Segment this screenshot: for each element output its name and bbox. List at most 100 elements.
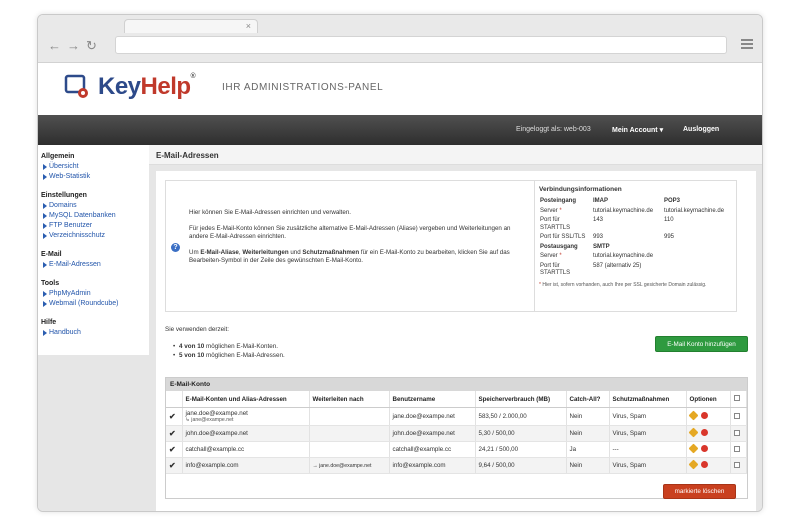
- add-email-account-button[interactable]: E-Mail Konto hinzufügen: [655, 336, 748, 352]
- sidebar-heading: Allgemein: [41, 153, 75, 160]
- status-column-header: [166, 391, 183, 408]
- catchall-cell: Nein: [566, 425, 610, 442]
- logged-in-label: Eingeloggt als: web-003: [516, 126, 591, 133]
- logo-wordmark[interactable]: KeyHelp®: [98, 73, 196, 101]
- sidebar-heading: Tools: [41, 280, 60, 287]
- storage-cell: 583,50 / 2.000,00: [475, 407, 567, 426]
- column-header[interactable]: Weiterleiten nach: [309, 391, 390, 408]
- intro-line-1: Hier können Sie E-Mail-Adressen einricht…: [189, 209, 351, 216]
- imap-ssl-port: 993: [593, 234, 604, 240]
- keyhelp-logo-icon: [64, 74, 88, 98]
- top-navbar: Eingeloggt als: web-003 Mein Account ▾ A…: [38, 115, 762, 145]
- row-checkbox[interactable]: [730, 441, 747, 458]
- hamburger-menu-icon[interactable]: [741, 39, 753, 51]
- email-accounts-table: E-Mail-Konto E-Mail-Konten und Alias-Adr…: [165, 377, 748, 499]
- catchall-cell: Nein: [566, 457, 610, 474]
- browser-tab[interactable]: ×: [124, 19, 258, 33]
- reload-icon[interactable]: ↻: [86, 38, 101, 54]
- column-header[interactable]: Schutzmaßnahmen: [609, 391, 687, 408]
- select-all-checkbox[interactable]: [730, 391, 747, 408]
- table-row: ✔ jane.doe@exampe.net ↳ jane@exampe.net j…: [166, 407, 747, 426]
- tab-close-icon[interactable]: ×: [246, 21, 251, 31]
- storage-cell: 24,21 / 500,00: [475, 441, 567, 458]
- address-bar[interactable]: [115, 36, 727, 54]
- sidebar-heading: Hilfe: [41, 319, 57, 326]
- browser-window: × ← → ↻ KeyHelp® IHR ADMINISTRATIONS-PANEL…: [37, 14, 763, 512]
- sidebar-item-web-statistik[interactable]: Web-Statistik: [41, 172, 149, 182]
- footnote: * Hier ist, sofern vorhanden, auch Ihre …: [539, 281, 707, 288]
- ssl-label: Port für SSL/TLS: [540, 234, 586, 240]
- sidebar-item-uebersicht[interactable]: Übersicht: [41, 162, 149, 172]
- edit-icon[interactable]: [688, 443, 698, 454]
- active-check-icon: ✔: [166, 407, 183, 426]
- options-cell: [686, 441, 731, 458]
- table-row: ✔ john.doe@exampe.net john.doe@exampe.ne…: [166, 425, 747, 442]
- back-icon[interactable]: ←: [48, 38, 65, 53]
- column-header[interactable]: E-Mail-Konten und Alias-Adressen: [182, 391, 310, 408]
- sidebar-item-handbuch[interactable]: Handbuch: [41, 328, 149, 338]
- starttls-label: Port für STARTTLS: [540, 217, 571, 231]
- delete-icon[interactable]: [700, 412, 708, 419]
- my-account-menu[interactable]: Mein Account ▾: [612, 126, 663, 134]
- protection-cell: Virus, Spam: [609, 457, 687, 474]
- server-label: Server *: [540, 207, 562, 214]
- sidebar-item-phpmyadmin[interactable]: PhpMyAdmin: [41, 289, 149, 299]
- column-header[interactable]: Benutzername: [389, 391, 476, 408]
- email-cell: john.doe@exampe.net: [182, 425, 310, 442]
- sidebar-item-verzeichnisschutz[interactable]: Verzeichnisschutz: [41, 231, 149, 241]
- table-row: ✔ info@example.com → jane.doe@exampe.net…: [166, 457, 747, 474]
- sidebar: Allgemein Übersicht Web-Statistik Einste…: [38, 145, 149, 355]
- catchall-cell: Ja: [566, 441, 610, 458]
- row-checkbox[interactable]: [730, 425, 747, 442]
- smtp-starttls-port: 587 (alternativ 25): [593, 262, 642, 269]
- edit-icon[interactable]: [688, 410, 698, 421]
- email-cell: catchall@example.cc: [182, 441, 310, 458]
- smtp-starttls-label: Port für STARTTLS: [540, 262, 571, 277]
- forward-cell: → jane.doe@exampe.net: [309, 457, 390, 474]
- help-icon: ?: [171, 243, 180, 252]
- options-cell: [686, 425, 731, 442]
- forward-cell: [309, 441, 390, 458]
- smtp-server: tutorial.keymachine.de: [593, 253, 654, 259]
- forward-cell: [309, 407, 390, 426]
- header-tagline: IHR ADMINISTRATIONS-PANEL: [222, 82, 384, 93]
- pop3-starttls-port: 110: [664, 217, 674, 223]
- forward-cell: [309, 425, 390, 442]
- sidebar-item-ftp[interactable]: FTP Benutzer: [41, 221, 149, 231]
- sidebar-item-email-adressen[interactable]: E-Mail-Adressen: [41, 260, 149, 270]
- pop3-heading: POP3: [664, 198, 681, 204]
- column-header[interactable]: Speicherverbrauch (MB): [475, 391, 567, 408]
- browser-chrome: × ← → ↻: [38, 15, 762, 63]
- column-header: Optionen: [686, 391, 731, 408]
- edit-icon[interactable]: [688, 459, 698, 470]
- pop3-ssl-port: 995: [664, 234, 675, 240]
- sidebar-heading: Einstellungen: [41, 192, 87, 199]
- delete-selected-button[interactable]: markierte löschen: [663, 484, 736, 499]
- active-check-icon: ✔: [166, 441, 183, 458]
- table-title: E-Mail-Konto: [166, 378, 747, 391]
- sidebar-item-mysql[interactable]: MySQL Datenbanken: [41, 211, 149, 221]
- sidebar-group-hilfe: Hilfe Handbuch: [41, 319, 149, 338]
- row-checkbox[interactable]: [730, 407, 747, 426]
- username-cell: info@example.com: [389, 457, 476, 474]
- delete-icon[interactable]: [700, 429, 708, 436]
- sidebar-heading: E-Mail: [41, 251, 62, 258]
- edit-icon[interactable]: [688, 427, 698, 438]
- incoming-heading: Posteingang: [540, 198, 577, 204]
- connection-info: Verbindungsinformationen Posteingang IMAP…: [534, 181, 738, 311]
- row-checkbox[interactable]: [730, 457, 747, 474]
- delete-icon[interactable]: [700, 445, 708, 452]
- usage-info: Sie verwenden derzeit: 4 von 10 mögliche…: [165, 326, 285, 360]
- logout-link[interactable]: Ausloggen: [683, 126, 719, 133]
- forward-icon[interactable]: →: [67, 38, 84, 53]
- sidebar-group-tools: Tools PhpMyAdmin Webmail (Roundcube): [41, 280, 149, 309]
- active-check-icon: ✔: [166, 457, 183, 474]
- connection-table: Posteingang IMAP POP3 Server * tutorial.key…: [539, 197, 734, 279]
- delete-icon[interactable]: [700, 461, 708, 468]
- sidebar-item-domains[interactable]: Domains: [41, 201, 149, 211]
- column-header[interactable]: Catch-All?: [566, 391, 610, 408]
- storage-cell: 9,64 / 500,00: [475, 457, 567, 474]
- username-cell: catchall@example.cc: [389, 441, 476, 458]
- username-cell: jane.doe@exampe.net: [389, 407, 476, 426]
- sidebar-item-webmail[interactable]: Webmail (Roundcube): [41, 299, 149, 309]
